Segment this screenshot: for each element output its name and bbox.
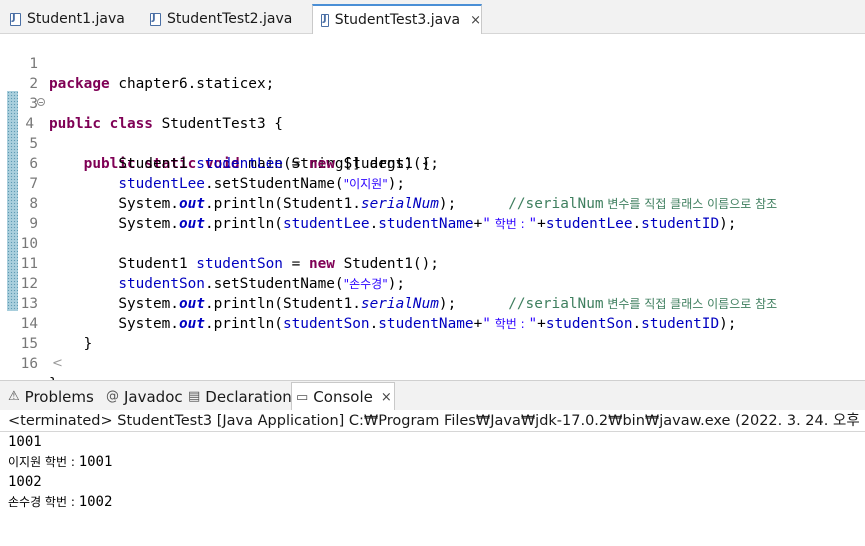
java-file-icon (10, 12, 21, 26)
code-line: 16 } (20, 356, 58, 392)
code-line: 11 studentSon.setStudentName("손수경"); (20, 256, 406, 292)
console-output[interactable]: 1001 이지원 학번 : 1001 1002 손수경 학번 : 1002 (0, 432, 865, 546)
console-line: 1001 (8, 434, 42, 450)
tab-label: StudentTest2.java (167, 11, 293, 27)
code-line: 3 public class StudentTest3 { (29, 96, 283, 132)
console-line: 이지원 학번 : 1001 (8, 454, 113, 470)
tab-declaration[interactable]: ▤ Declaration (184, 382, 296, 411)
tab-problems[interactable]: ⚠ Problems (4, 382, 98, 411)
code-line: 10 Student1 studentSon = new Student1(); (20, 236, 439, 272)
console-line: 1002 (8, 474, 42, 490)
code-line: 4 public static void main(String[] args)… (0, 94, 865, 172)
close-icon[interactable]: × (470, 13, 481, 28)
code-line: 15 (20, 336, 38, 352)
tab-console[interactable]: ▭ Console × (291, 382, 395, 411)
javadoc-icon: @ (106, 389, 119, 404)
editor-tab-bar: Student1.java StudentTest2.java StudentT… (0, 0, 865, 34)
declaration-icon: ▤ (188, 389, 201, 404)
code-line: 14 } (20, 316, 93, 352)
code-line: 2 (29, 76, 38, 92)
problems-icon: ⚠ (8, 389, 20, 404)
java-file-icon (150, 12, 161, 26)
tab-student1-java[interactable]: Student1.java (10, 4, 125, 34)
java-file-icon (321, 13, 329, 27)
console-line: 손수경 학번 : 1002 (8, 494, 113, 510)
code-line: 1 package chapter6.staticex; (29, 56, 275, 92)
code-line: 8 System.out.println(studentLee.studentN… (29, 196, 737, 232)
console-status: <terminated> StudentTest3 [Java Applicat… (0, 410, 865, 432)
code-line: 12 System.out.println(Student1.serialNum… (20, 276, 778, 312)
tab-javadoc[interactable]: @ Javadoc (102, 382, 187, 411)
console-icon: ▭ (296, 389, 309, 405)
panel-tab-bar: ⚠ Problems @ Javadoc ▤ Declaration ▭ Con… (0, 380, 865, 411)
code-line: 5 Student1 studentLee = new Student1(); (29, 136, 439, 172)
fold-collapse-icon[interactable] (37, 98, 45, 106)
code-line: 13 System.out.println(studentSon.student… (20, 296, 737, 332)
scroll-left-icon[interactable]: < (52, 356, 63, 371)
code-line: 9 (29, 216, 38, 232)
code-line: 7 System.out.println(Student1.serialNum)… (29, 176, 778, 212)
tab-label: Student1.java (27, 11, 125, 27)
tab-label: StudentTest3.java (334, 12, 461, 28)
tab-studenttest3-java[interactable]: StudentTest3.java × (312, 4, 482, 34)
code-editor[interactable]: 1 package chapter6.staticex; 2 3 public … (0, 34, 865, 392)
code-line: 6 studentLee.setStudentName("이지원"); (29, 156, 406, 192)
close-icon[interactable]: × (381, 390, 392, 405)
tab-studenttest2-java[interactable]: StudentTest2.java (150, 4, 292, 34)
